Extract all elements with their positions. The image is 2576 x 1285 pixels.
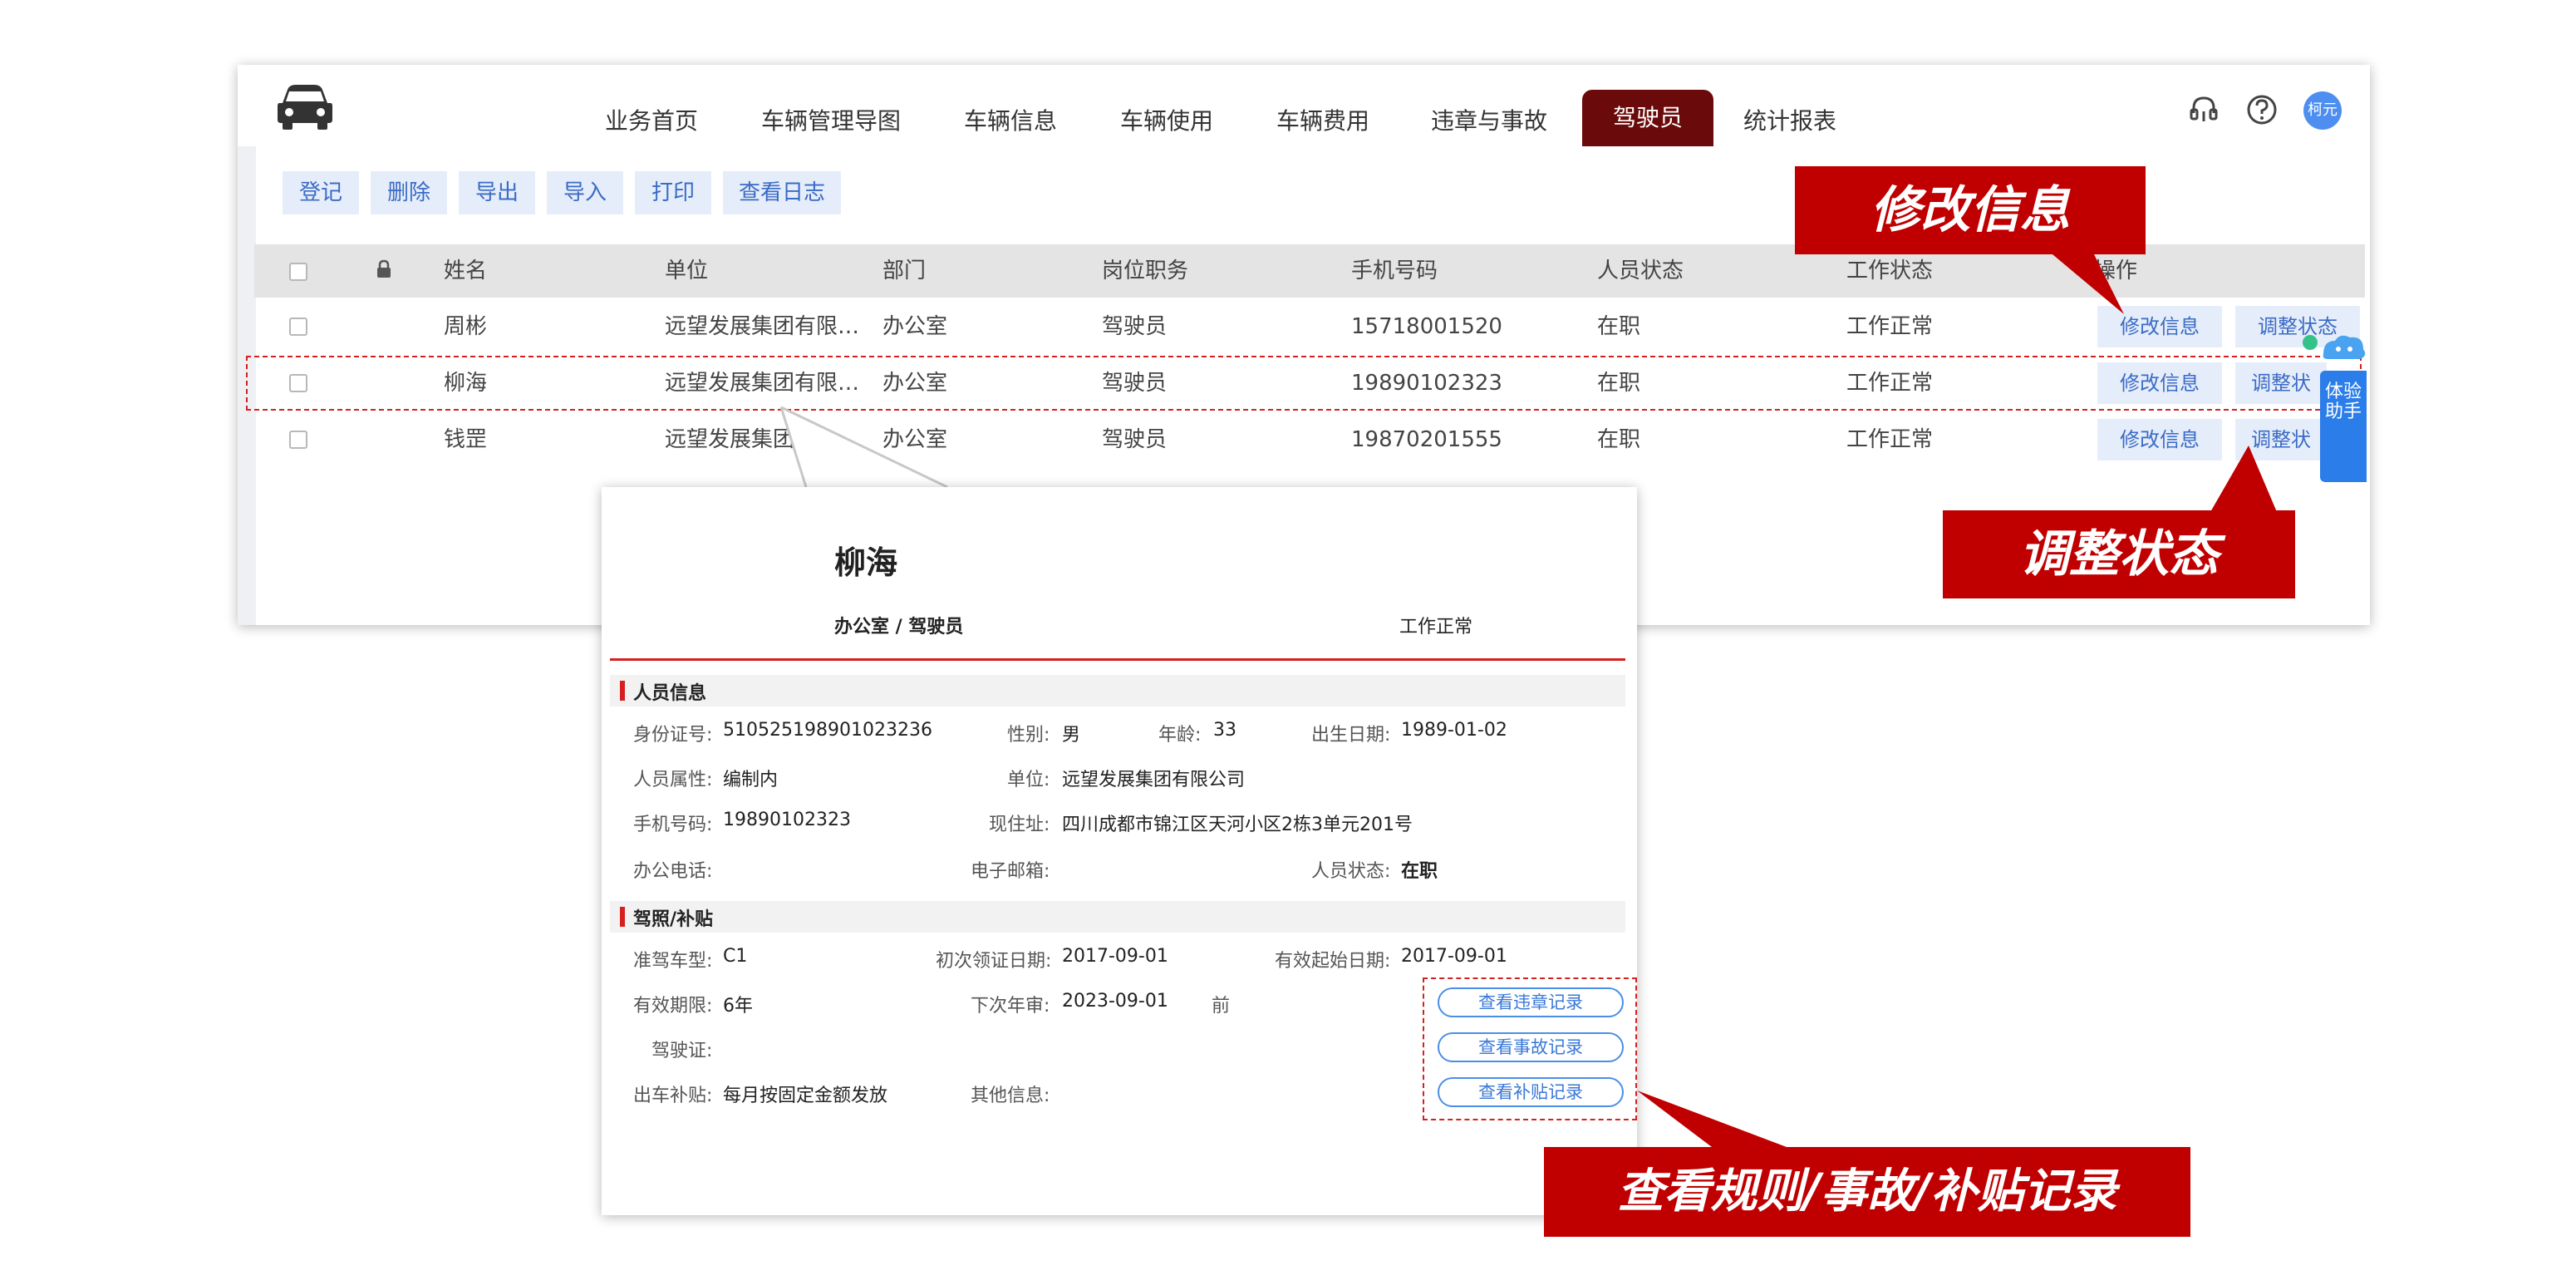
first-issue-value: 2017-09-01: [1062, 946, 1168, 967]
nav-violation-accident[interactable]: 违章与事故: [1431, 98, 1547, 145]
cell-post: 驾驶员: [1102, 427, 1168, 452]
nav-vehicle-map[interactable]: 车辆管理导图: [761, 98, 901, 145]
age-value: 33: [1213, 720, 1236, 741]
cell-name: 钱罡: [444, 427, 488, 452]
cell-unit: 远望发展集团有: [665, 427, 817, 452]
cell-person-status: 在职: [1597, 314, 1641, 339]
records-highlight-frame: [1423, 977, 1637, 1120]
birth-label: 出生日期:: [1311, 725, 1391, 746]
support-headset-icon[interactable]: [2187, 93, 2220, 126]
next-review-label: 下次年审:: [971, 996, 1050, 1017]
section-license-bar: [610, 901, 1625, 933]
section-marker: [620, 681, 625, 701]
highlight-row-frame: [246, 356, 2362, 411]
col-unit: 单位: [665, 258, 709, 283]
col-post: 岗位职务: [1102, 258, 1189, 283]
section-marker: [620, 907, 625, 927]
col-name: 姓名: [444, 258, 488, 283]
help-icon[interactable]: [2245, 93, 2279, 126]
import-button[interactable]: 导入: [547, 171, 623, 214]
view-log-button[interactable]: 查看日志: [723, 171, 841, 214]
callout-adjust-status: 调整状态: [1943, 510, 2295, 598]
callout-edit-info: 修改信息: [1795, 166, 2146, 254]
card-driver-name: 柳海: [834, 544, 898, 581]
birth-value: 1989-01-02: [1401, 720, 1507, 741]
cell-work-status: 工作正常: [1846, 427, 1934, 452]
person-status-label: 人员状态:: [1311, 861, 1391, 882]
id-value: 510525198901023236: [723, 720, 932, 741]
car-logo-icon: [278, 85, 332, 130]
address-label: 现住址:: [989, 815, 1050, 835]
select-all-checkbox[interactable]: [289, 263, 307, 281]
next-review-value: 2023-09-01: [1062, 991, 1168, 1012]
row-checkbox[interactable]: [289, 318, 307, 336]
valid-period-value: 6年: [723, 996, 753, 1017]
license-type-value: C1: [723, 946, 748, 967]
office-phone-label: 办公电话:: [633, 861, 713, 882]
section-license-title: 驾照/补贴: [633, 909, 714, 930]
section-personal-title: 人员信息: [633, 683, 707, 704]
nav-vehicle-info[interactable]: 车辆信息: [964, 98, 1057, 145]
id-label: 身份证号:: [633, 725, 713, 746]
records-callout-arrow: [1637, 1091, 1787, 1147]
driver-license-label: 驾驶证:: [651, 1041, 713, 1061]
user-avatar[interactable]: 柯元: [2303, 91, 2342, 130]
unit-value: 远望发展集团有限公司: [1062, 770, 1246, 790]
callout-view-records: 查看规则/事故/补贴记录: [1544, 1147, 2190, 1237]
cell-work-status: 工作正常: [1846, 314, 1934, 339]
section-personal-bar: [610, 675, 1625, 707]
nav-vehicle-cost[interactable]: 车辆费用: [1276, 98, 1369, 145]
next-review-suffix: 前: [1212, 996, 1231, 1017]
card-subtitle: 办公室 / 驾驶员: [834, 617, 964, 638]
cell-dept: 办公室: [882, 314, 948, 339]
assistant-cloud-icon[interactable]: [2298, 329, 2368, 369]
gender-label: 性别:: [1007, 725, 1050, 746]
edit-info-button[interactable]: 修改信息: [2097, 306, 2222, 347]
cell-phone: 19870201555: [1351, 427, 1502, 452]
lock-icon[interactable]: [376, 259, 392, 279]
row-checkbox[interactable]: [289, 431, 307, 449]
gender-value: 男: [1062, 725, 1081, 746]
nav-home[interactable]: 业务首页: [605, 98, 698, 145]
first-issue-label: 初次领证日期:: [936, 951, 1052, 972]
valid-start-value: 2017-09-01: [1401, 946, 1507, 967]
assistant-button[interactable]: 体验助手: [2320, 371, 2367, 482]
email-label: 电子邮箱:: [971, 861, 1050, 882]
valid-start-label: 有效起始日期:: [1275, 951, 1391, 972]
col-person-status: 人员状态: [1597, 258, 1684, 283]
col-phone: 手机号码: [1351, 258, 1438, 283]
cell-name: 周彬: [444, 314, 488, 339]
phone-label: 手机号码:: [633, 815, 713, 835]
adjust-status-button[interactable]: 调整状: [2235, 419, 2327, 460]
cell-dept: 办公室: [882, 427, 948, 452]
phone-value: 19890102323: [723, 810, 851, 830]
edit-info-button[interactable]: 修改信息: [2097, 419, 2222, 460]
nav-statistics[interactable]: 统计报表: [1743, 98, 1836, 145]
cell-person-status: 在职: [1597, 427, 1641, 452]
age-label: 年龄:: [1158, 725, 1202, 746]
card-divider: [610, 658, 1625, 661]
unit-label: 单位:: [1007, 770, 1050, 790]
person-status-value: 在职: [1401, 861, 1438, 882]
valid-period-label: 有效期限:: [633, 996, 713, 1017]
cell-phone: 15718001520: [1351, 314, 1502, 339]
print-button[interactable]: 打印: [635, 171, 711, 214]
nav-vehicle-use[interactable]: 车辆使用: [1120, 98, 1213, 145]
delete-button[interactable]: 删除: [371, 171, 447, 214]
col-dept: 部门: [882, 258, 927, 283]
cell-post: 驾驶员: [1102, 314, 1168, 339]
other-info-label: 其他信息:: [971, 1086, 1050, 1106]
license-type-label: 准驾车型:: [633, 951, 713, 972]
attr-label: 人员属性:: [633, 770, 713, 790]
nav-driver[interactable]: 驾驶员: [1582, 90, 1713, 146]
address-value: 四川成都市锦江区天河小区2栋3单元201号: [1062, 815, 1413, 835]
subsidy-label: 出车补贴:: [633, 1086, 713, 1106]
export-button[interactable]: 导出: [459, 171, 535, 214]
attr-value: 编制内: [723, 770, 779, 790]
register-button[interactable]: 登记: [283, 171, 359, 214]
cell-unit: 远望发展集团有限…: [665, 314, 860, 339]
card-work-status: 工作正常: [1399, 617, 1473, 638]
subsidy-value: 每月按固定金额发放: [723, 1086, 888, 1106]
